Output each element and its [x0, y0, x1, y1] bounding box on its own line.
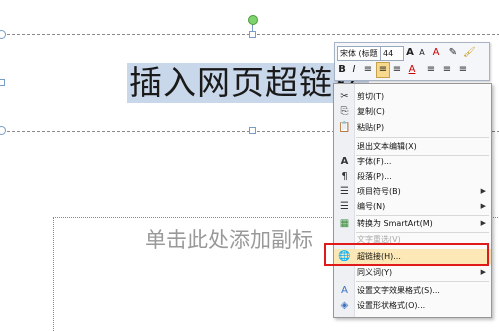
menu-item-convert-smartart[interactable]: ▦ 转换为 SmartArt(M) ▶ — [334, 216, 491, 231]
bullets-button[interactable]: ≡ — [457, 63, 469, 77]
menu-item-label: 转换为 SmartArt(M) — [357, 219, 433, 228]
bullets-icon: ☰ — [340, 186, 349, 197]
shrink-font-button[interactable]: A — [417, 46, 427, 60]
italic-button[interactable]: I — [349, 63, 359, 77]
menu-item-label: 段落(P)... — [357, 172, 392, 181]
submenu-arrow-icon: ▶ — [480, 219, 486, 227]
menu-item-copy[interactable]: ⎘ 复制(C) — [334, 104, 491, 119]
menu-item-synonyms[interactable]: 同义词(Y) ▶ — [334, 265, 491, 280]
menu-item-exit-text-edit[interactable]: 退出文本编辑(X) — [334, 139, 491, 154]
menu-item-shape-format[interactable]: ◈ 设置形状格式(O)... — [334, 298, 491, 313]
increase-indent-button[interactable]: ≡ — [441, 63, 453, 77]
paste-icon: 📋 — [338, 122, 351, 133]
subtitle-placeholder-text[interactable]: 单击此处添加副标 — [145, 224, 313, 254]
numbering-icon: ☰ — [340, 201, 349, 212]
menu-item-bullets[interactable]: ☰ 项目符号(B) ▶ — [334, 184, 491, 199]
text-highlight-button[interactable]: A — [431, 46, 441, 60]
menu-item-label: 设置文字效果格式(S)... — [357, 286, 440, 295]
menu-item-paragraph[interactable]: ¶ 段落(P)... — [334, 169, 491, 184]
menu-item-label: 粘贴(P) — [357, 123, 385, 132]
menu-item-label: 同义词(Y) — [357, 268, 393, 277]
smartart-icon: ▦ — [339, 218, 350, 229]
menu-item-label: 设置形状格式(O)... — [357, 301, 426, 310]
submenu-arrow-icon: ▶ — [480, 202, 486, 210]
format-painter-icon[interactable]: ✎ — [447, 46, 459, 60]
align-left-button[interactable]: ≡ — [362, 63, 374, 77]
decrease-indent-button[interactable]: ≡ — [425, 63, 437, 77]
menu-item-label: 字体(F)... — [357, 157, 392, 166]
font-size-box[interactable]: 44 — [380, 46, 404, 61]
mini-toolbar: 宋体 (标题 44 A A A ✎ 🖌 B I ≡ ≡ ≡ A ≡ ≡ ≡ — [334, 42, 490, 81]
font-color-button[interactable]: A — [407, 63, 417, 77]
menu-item-label: 退出文本编辑(X) — [357, 142, 417, 151]
menu-item-cut[interactable]: ✂ 剪切(T) — [334, 89, 491, 104]
menu-item-font[interactable]: A 字体(F)... — [334, 154, 491, 169]
submenu-arrow-icon: ▶ — [480, 268, 486, 276]
rotation-handle[interactable] — [248, 15, 258, 25]
align-center-button[interactable]: ≡ — [376, 62, 390, 78]
menu-item-label: 复制(C) — [357, 107, 385, 116]
resize-handle-bottom-left[interactable] — [0, 126, 6, 135]
bold-button[interactable]: B — [337, 63, 347, 77]
submenu-arrow-icon: ▶ — [480, 187, 486, 195]
menu-separator — [356, 281, 489, 282]
align-right-button[interactable]: ≡ — [391, 63, 403, 77]
menu-item-label: 项目符号(B) — [357, 187, 401, 196]
cut-icon: ✂ — [340, 91, 349, 102]
font-name-box[interactable]: 宋体 (标题 — [337, 46, 381, 61]
shape-format-icon: ◈ — [340, 300, 349, 311]
resize-handle-bottom[interactable] — [249, 127, 256, 134]
resize-handle-left[interactable] — [0, 79, 5, 86]
format-brush-icon[interactable]: 🖌 — [463, 46, 476, 60]
context-menu: ✂ 剪切(T) ⎘ 复制(C) 📋 粘贴(P) 退出文本编辑(X) A 字体(F… — [333, 83, 492, 318]
annotation-highlight-box — [324, 243, 489, 266]
menu-separator — [356, 137, 489, 138]
menu-item-numbering[interactable]: ☰ 编号(N) ▶ — [334, 199, 491, 214]
resize-handle-top[interactable] — [249, 31, 256, 38]
menu-item-text-effects[interactable]: A 设置文字效果格式(S)... — [334, 283, 491, 298]
paragraph-icon: ¶ — [341, 171, 348, 182]
font-icon: A — [340, 156, 349, 167]
text-effects-icon: A — [341, 285, 348, 296]
grow-font-button[interactable]: A — [405, 46, 415, 60]
copy-icon: ⎘ — [340, 106, 349, 117]
menu-item-paste[interactable]: 📋 粘贴(P) — [334, 120, 491, 135]
menu-item-label: 编号(N) — [357, 202, 386, 211]
menu-item-label: 剪切(T) — [357, 92, 385, 101]
